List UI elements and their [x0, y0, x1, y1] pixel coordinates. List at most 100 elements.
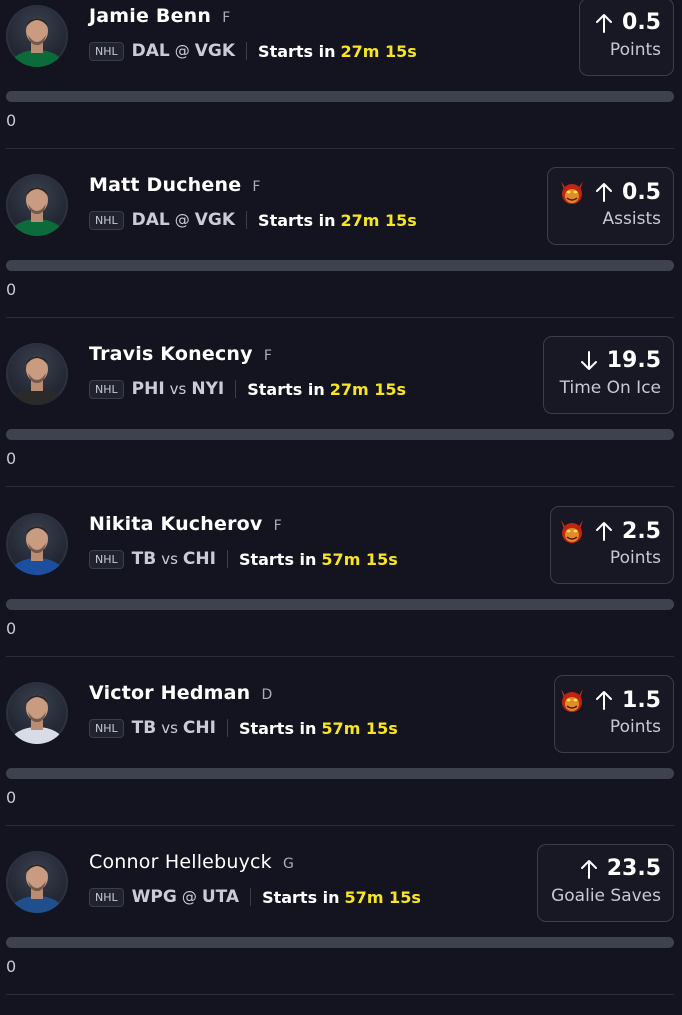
- opponent-abbr: CHI: [182, 549, 216, 569]
- player-position: F: [273, 518, 282, 534]
- player-name[interactable]: Travis Konecny: [89, 343, 253, 365]
- stat-progress-bar: [6, 260, 674, 271]
- demon-icon: [561, 520, 584, 543]
- player-name-row: Nikita Kucherov F: [89, 513, 282, 535]
- stat-progress-value: 0: [6, 788, 17, 807]
- demon-icon: [561, 181, 584, 204]
- player-avatar: [6, 682, 68, 744]
- stat-type: Points: [609, 717, 661, 737]
- divider: [226, 719, 228, 737]
- matchup-separator: vs: [161, 719, 178, 737]
- starts-label: Starts in: [238, 549, 317, 569]
- divider: [246, 42, 248, 60]
- stat-type: Points: [609, 40, 661, 60]
- arrow-down-icon: [580, 350, 597, 370]
- divider: [235, 380, 237, 398]
- player-name[interactable]: Connor Hellebuyck: [89, 851, 272, 873]
- game-countdown: 57m 15s: [344, 887, 421, 907]
- player-position: G: [282, 856, 294, 872]
- projection-pick-button[interactable]: 0.5 Points: [579, 0, 674, 76]
- matchup-separator: vs: [169, 380, 187, 398]
- league-badge: NHL: [89, 887, 124, 907]
- opponent-abbr: VGK: [194, 210, 236, 230]
- matchup-separator: vs: [161, 550, 178, 568]
- player-name-row: Matt Duchene F: [89, 174, 260, 196]
- starts-label: Starts in: [238, 718, 317, 738]
- arrow-up-icon: [596, 522, 613, 541]
- card-divider: [6, 825, 674, 826]
- arrow-up-icon: [596, 13, 613, 33]
- hockey-stick-icon: [58, 563, 68, 575]
- team-abbr: DAL: [131, 41, 170, 61]
- stat-type: Time On Ice: [559, 378, 661, 398]
- player-card[interactable]: Nikita Kucherov F NHL TB vs CHI Starts i…: [0, 506, 682, 677]
- projection-pick-button[interactable]: 19.5 Time On Ice: [543, 336, 674, 414]
- card-divider: [6, 486, 674, 487]
- team-abbr: PHI: [131, 379, 165, 399]
- projection-line: 2.5: [622, 518, 661, 544]
- stat-progress-value: 0: [6, 280, 17, 299]
- projection-pick-button[interactable]: 2.5 Points: [550, 506, 674, 584]
- player-name[interactable]: Jamie Benn: [89, 5, 211, 27]
- player-avatar: [6, 851, 68, 913]
- game-countdown: 27m 15s: [340, 210, 417, 230]
- league-badge: NHL: [89, 718, 124, 738]
- projection-pick-button[interactable]: 23.5 Goalie Saves: [537, 844, 674, 922]
- arrow-up-icon: [596, 183, 613, 202]
- projection-pick-button[interactable]: 0.5 Assists: [547, 167, 674, 245]
- league-badge: NHL: [89, 549, 124, 569]
- player-name-row: Connor Hellebuyck G: [89, 851, 294, 873]
- player-position: F: [263, 348, 272, 364]
- stat-progress-bar: [6, 429, 674, 440]
- game-countdown: 27m 15s: [340, 41, 417, 61]
- league-badge: NHL: [89, 210, 124, 230]
- stat-type: Assists: [602, 209, 661, 229]
- hockey-stick-icon: [58, 393, 68, 405]
- matchup-separator: @: [174, 211, 190, 229]
- player-avatar: [6, 513, 68, 575]
- player-card[interactable]: Jamie Benn F NHL DAL @ VGK Starts in 27m…: [0, 0, 682, 169]
- opponent-abbr: VGK: [194, 41, 236, 61]
- game-info: NHL PHI vs NYI Starts in 27m 15s: [89, 377, 406, 401]
- player-card[interactable]: Victor Hedman D NHL TB vs CHI Starts in …: [0, 675, 682, 846]
- pick-line: 1.5: [558, 687, 661, 713]
- player-name-row: Victor Hedman D: [89, 682, 272, 704]
- stat-progress-value: 0: [6, 619, 17, 638]
- player-card[interactable]: Travis Konecny F NHL PHI vs NYI Starts i…: [0, 336, 682, 507]
- stat-progress-value: 0: [6, 111, 17, 130]
- pick-line: 0.5: [558, 179, 661, 205]
- card-divider: [6, 317, 674, 318]
- pick-line: 23.5: [579, 856, 661, 881]
- pick-line: 2.5: [558, 518, 661, 544]
- player-card[interactable]: Matt Duchene F NHL DAL @ VGK Starts in 2…: [0, 167, 682, 338]
- player-position: F: [252, 179, 261, 195]
- stat-progress-value: 0: [6, 449, 17, 468]
- player-card[interactable]: Connor Hellebuyck G NHL WPG @ UTA Starts…: [0, 844, 682, 1015]
- projection-line: 0.5: [622, 10, 661, 35]
- team-abbr: TB: [131, 549, 157, 569]
- game-info: NHL WPG @ UTA Starts in 57m 15s: [89, 885, 421, 909]
- game-info: NHL TB vs CHI Starts in 57m 15s: [89, 716, 398, 740]
- player-name[interactable]: Nikita Kucherov: [89, 513, 262, 535]
- player-projection-list: Jamie Benn F NHL DAL @ VGK Starts in 27m…: [0, 0, 682, 995]
- pick-line: 0.5: [594, 10, 661, 35]
- stat-progress-value: 0: [6, 957, 17, 976]
- card-divider: [6, 656, 674, 657]
- player-name[interactable]: Victor Hedman: [89, 682, 250, 704]
- projection-line: 1.5: [622, 687, 661, 713]
- player-name[interactable]: Matt Duchene: [89, 174, 241, 196]
- player-avatar: [6, 5, 68, 67]
- projection-pick-button[interactable]: 1.5 Points: [554, 675, 674, 753]
- league-badge: NHL: [89, 41, 124, 61]
- matchup-separator: @: [181, 888, 197, 906]
- player-avatar: [6, 174, 68, 236]
- divider: [250, 888, 252, 906]
- game-info: NHL DAL @ VGK Starts in 27m 15s: [89, 39, 417, 63]
- player-name-row: Jamie Benn F: [89, 5, 230, 27]
- card-divider: [6, 994, 674, 995]
- pick-line: 19.5: [579, 348, 661, 373]
- opponent-abbr: NYI: [191, 379, 225, 399]
- game-countdown: 27m 15s: [329, 379, 407, 399]
- matchup-separator: @: [174, 42, 190, 60]
- game-info: NHL DAL @ VGK Starts in 27m 15s: [89, 208, 417, 232]
